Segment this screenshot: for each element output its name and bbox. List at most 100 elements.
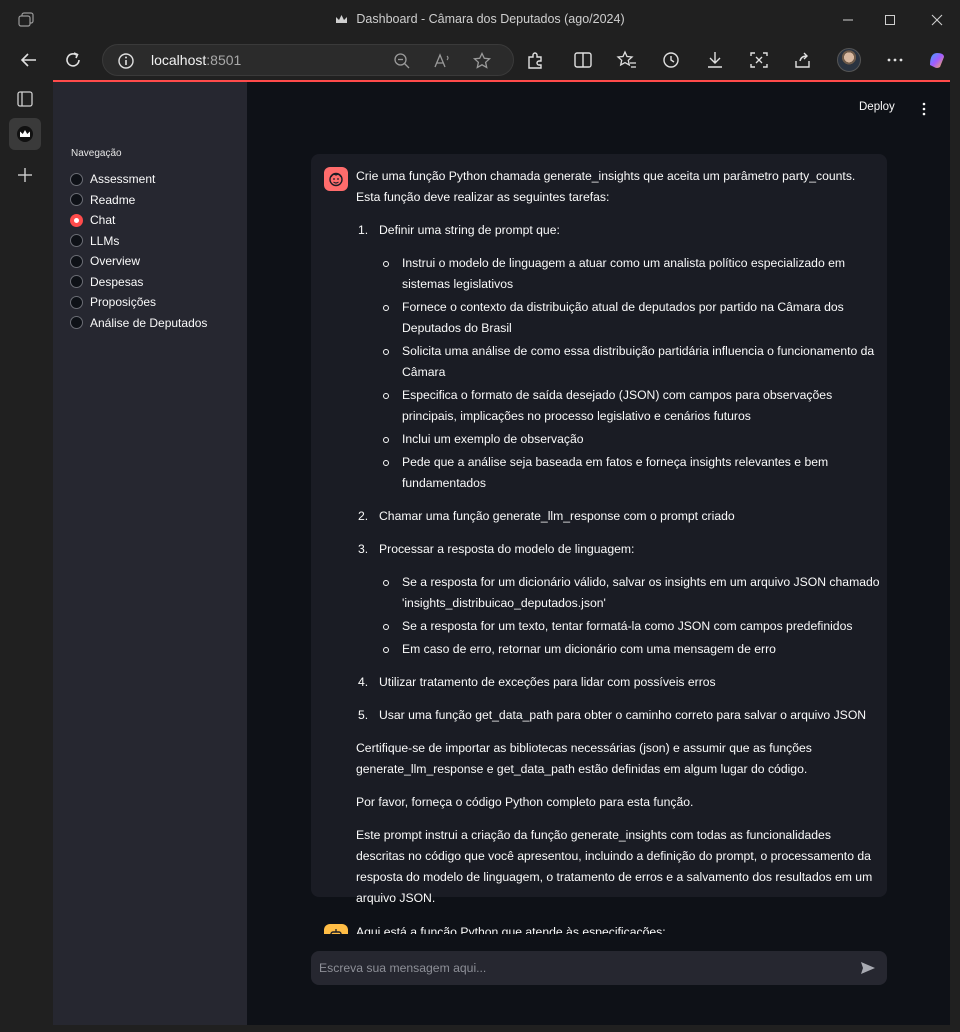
chat-message-field[interactable]	[319, 951, 839, 985]
step-text: Chamar uma função generate_llm_response …	[379, 509, 735, 523]
favorite-star-icon[interactable]	[472, 51, 492, 71]
window-title: Dashboard - Câmara dos Deputados (ago/20…	[0, 12, 960, 26]
step-text: Utilizar tratamento de exceções para lid…	[379, 675, 716, 689]
url-text[interactable]: localhost:8501	[151, 52, 241, 68]
close-button[interactable]	[927, 10, 947, 30]
main-menu-icon[interactable]	[919, 102, 929, 116]
close-icon	[931, 14, 943, 26]
bullet-item: Pede que a análise seja baseada em fatos…	[379, 452, 880, 494]
nav-item-despesas[interactable]: Despesas	[70, 273, 143, 291]
radio-icon[interactable]	[70, 234, 83, 247]
nav-item-an-lise-de-deputados[interactable]: Análise de Deputados	[70, 314, 207, 332]
address-bar[interactable]: localhost:8501	[102, 44, 514, 76]
tab-actions-icon[interactable]	[14, 88, 36, 110]
radio-selected-icon[interactable]	[70, 213, 83, 227]
favorites-icon[interactable]	[616, 49, 638, 71]
nav-title: Navegação	[71, 148, 122, 159]
user-message-body: Crie uma função Python chamada generate_…	[356, 166, 880, 921]
split-screen-icon[interactable]	[572, 49, 594, 71]
user-avatar	[324, 167, 348, 191]
step-item: 2. Chamar uma função generate_llm_respons…	[356, 506, 880, 527]
step-number: 3.	[358, 542, 369, 556]
radio-icon[interactable]	[70, 316, 83, 329]
streamlit-crown-icon	[336, 15, 348, 23]
step-list: 1. Definir uma string de prompt que: Instr…	[356, 220, 880, 726]
send-icon[interactable]	[859, 959, 877, 977]
bullet-list: Se a resposta for um dicionário válido, …	[379, 572, 880, 660]
vertical-tab-strip	[0, 80, 50, 1032]
screenshot-icon[interactable]	[748, 49, 770, 71]
nav-item-label: Despesas	[90, 274, 144, 289]
user-message: Crie uma função Python chamada generate_…	[311, 154, 887, 905]
message-paragraph: Este prompt instrui a criação da função …	[356, 828, 873, 905]
streamlit-crown-icon	[17, 126, 33, 142]
nav-item-assessment[interactable]: Assessment	[70, 170, 155, 188]
bullet-item: Inclui um exemplo de observação	[379, 429, 880, 450]
step-text: Usar uma função get_data_path para obter…	[379, 708, 867, 722]
radio-icon[interactable]	[70, 172, 83, 186]
new-tab-icon[interactable]	[14, 164, 36, 186]
back-icon[interactable]	[18, 49, 40, 71]
radio-icon[interactable]	[70, 275, 83, 288]
bullet-item: Se a resposta for um texto, tentar forma…	[379, 616, 880, 637]
chat-input[interactable]	[311, 951, 887, 985]
step-number: 4.	[358, 675, 369, 689]
window-title-text: Dashboard - Câmara dos Deputados (ago/20…	[356, 12, 625, 26]
nav-item-label: Readme	[90, 192, 136, 207]
sidebar: Navegação Assessment Readme Chat LLMs Overvi…	[53, 82, 247, 1025]
history-icon[interactable]	[660, 49, 682, 71]
message-paragraph: Por favor, forneça o código Python compl…	[356, 795, 694, 809]
zoom-out-icon[interactable]	[392, 51, 412, 71]
nav-item-llms[interactable]: LLMs	[70, 232, 119, 250]
maximize-button[interactable]	[880, 10, 900, 30]
step-text: Processar a resposta do modelo de lingua…	[379, 542, 635, 556]
url-port: :8501	[206, 52, 242, 68]
radio-icon[interactable]	[70, 193, 83, 206]
nav-item-readme[interactable]: Readme	[70, 191, 135, 209]
bullet-item: Solicita uma análise de como essa distri…	[379, 341, 880, 383]
step-number: 2.	[358, 509, 369, 523]
avatar[interactable]	[837, 48, 861, 72]
browser-toolbar: localhost:8501	[0, 40, 960, 80]
radio-icon[interactable]	[70, 254, 83, 268]
nav-item-label: Overview	[90, 254, 141, 268]
minimize-button[interactable]	[838, 10, 858, 30]
message-intro: Crie uma função Python chamada generate_…	[356, 169, 856, 204]
bullet-item: Especifica o formato de saída desejado (…	[379, 385, 880, 427]
bullet-item: Se a resposta for um dicionário válido, …	[379, 572, 880, 614]
maximize-icon	[885, 15, 895, 25]
info-icon[interactable]	[117, 52, 135, 70]
window-bottom-edge	[0, 1025, 960, 1032]
refresh-icon[interactable]	[62, 49, 84, 71]
step-item: 1. Definir uma string de prompt que: Instr…	[356, 220, 880, 494]
radio-icon[interactable]	[70, 295, 83, 309]
step-item: 5. Usar uma função get_data_path para obt…	[356, 705, 880, 726]
nav-item-label: Chat	[90, 213, 116, 227]
nav-item-label: LLMs	[90, 233, 120, 248]
extensions-icon[interactable]	[524, 49, 546, 71]
downloads-icon[interactable]	[704, 49, 726, 71]
window-titlebar: Dashboard - Câmara dos Deputados (ago/20…	[0, 0, 960, 40]
step-item: 3. Processar a resposta do modelo de ling…	[356, 539, 880, 660]
nav-item-label: Proposições	[90, 295, 157, 309]
nav-item-chat[interactable]: Chat	[70, 211, 115, 229]
user-face-icon	[329, 172, 343, 187]
step-item: 4. Utilizar tratamento de exceções para l…	[356, 672, 880, 693]
share-icon[interactable]	[792, 49, 814, 71]
more-icon[interactable]	[884, 49, 906, 71]
deploy-button[interactable]: Deploy	[859, 101, 895, 113]
read-aloud-icon[interactable]	[432, 51, 452, 71]
url-host: localhost	[151, 52, 207, 68]
step-number: 1.	[358, 223, 369, 237]
step-number: 5.	[358, 708, 369, 722]
bullet-item: Fornece o contexto da distribuição atual…	[379, 297, 880, 339]
bullet-list: Instrui o modelo de linguagem a atuar co…	[379, 253, 880, 494]
streamlit-page: Navegação Assessment Readme Chat LLMs Overvi…	[53, 80, 950, 1025]
bullet-item: Instrui o modelo de linguagem a atuar co…	[379, 253, 880, 295]
nav-item-overview[interactable]: Overview	[70, 252, 140, 270]
copilot-icon[interactable]	[926, 49, 948, 71]
nav-item-label: Assessment	[90, 172, 156, 186]
nav-item-proposi-es[interactable]: Proposições	[70, 293, 156, 311]
bullet-item: Em caso de erro, retornar um dicionário …	[379, 639, 880, 660]
minimize-icon	[843, 19, 853, 21]
